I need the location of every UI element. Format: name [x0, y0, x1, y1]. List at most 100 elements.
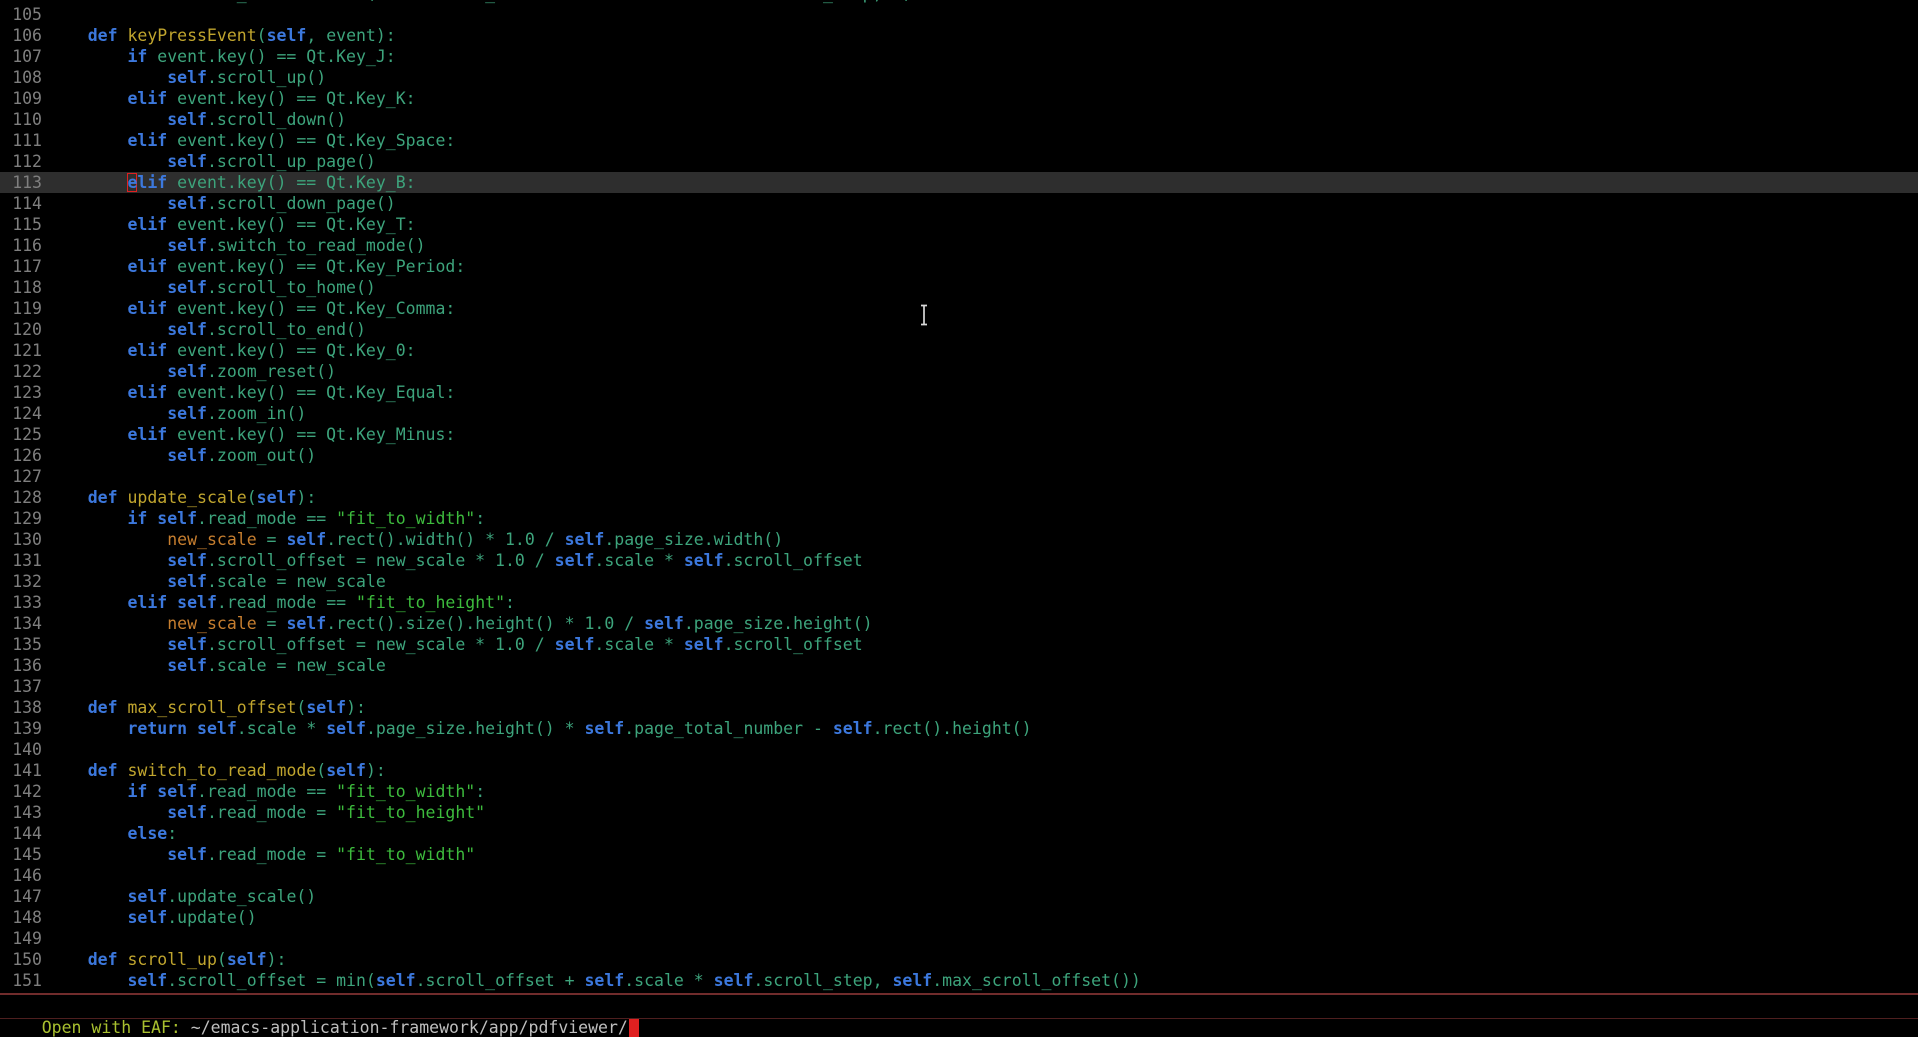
- code-line[interactable]: 140: [0, 739, 1918, 760]
- code-line[interactable]: 132 self.scale = new_scale: [0, 571, 1918, 592]
- code-line[interactable]: 108 self.scroll_up(): [0, 67, 1918, 88]
- line-code: [42, 739, 48, 760]
- line-number: 151: [0, 970, 42, 991]
- code-line[interactable]: 128 def update_scale(self):: [0, 487, 1918, 508]
- line-number: 126: [0, 445, 42, 466]
- line-number: 116: [0, 235, 42, 256]
- line-code: def update_scale(self):: [42, 487, 316, 508]
- code-line[interactable]: 105: [0, 4, 1918, 25]
- code-line[interactable]: 146: [0, 865, 1918, 886]
- line-number: 144: [0, 823, 42, 844]
- line-code: if event.key() == Qt.Key_J:: [42, 46, 396, 67]
- code-line[interactable]: 117 elif event.key() == Qt.Key_Period:: [0, 256, 1918, 277]
- code-line[interactable]: 129 if self.read_mode == "fit_to_width":: [0, 508, 1918, 529]
- echo-area-divider: [0, 1018, 1918, 1019]
- line-number: 133: [0, 592, 42, 613]
- line-code: self.scale = new_scale: [42, 655, 386, 676]
- code-line[interactable]: 142 if self.read_mode == "fit_to_width":: [0, 781, 1918, 802]
- code-line[interactable]: 116 self.switch_to_read_mode(): [0, 235, 1918, 256]
- code-line[interactable]: 110 self.scroll_down(): [0, 109, 1918, 130]
- line-code: new_scale = self.rect().width() * 1.0 / …: [42, 529, 783, 550]
- line-code: self.scroll_down(): [42, 109, 346, 130]
- code-line[interactable]: 123 elif event.key() == Qt.Key_Equal:: [0, 382, 1918, 403]
- code-line[interactable]: 130 new_scale = self.rect().width() * 1.…: [0, 529, 1918, 550]
- line-code: [42, 865, 48, 886]
- code-line[interactable]: 121 elif event.key() == Qt.Key_0:: [0, 340, 1918, 361]
- code-line[interactable]: 133 elif self.read_mode == "fit_to_heigh…: [0, 592, 1918, 613]
- code-line[interactable]: 115 elif event.key() == Qt.Key_T:: [0, 214, 1918, 235]
- line-code: elif event.key() == Qt.Key_B:: [42, 172, 416, 193]
- code-line[interactable]: 112 self.scroll_up_page(): [0, 151, 1918, 172]
- code-line-current[interactable]: 113 elif event.key() == Qt.Key_B:: [0, 172, 1918, 193]
- line-number: 120: [0, 319, 42, 340]
- line-number: 131: [0, 550, 42, 571]
- line-code: self.scroll_offset = max(self.scroll_off…: [42, 0, 912, 4]
- code-line[interactable]: 150 def scroll_up(self):: [0, 949, 1918, 970]
- code-line[interactable]: 118 self.scroll_to_home(): [0, 277, 1918, 298]
- line-code: self.update_scale(): [42, 886, 316, 907]
- line-code: self.scroll_to_end(): [42, 319, 366, 340]
- line-code: new_scale = self.rect().size().height() …: [42, 613, 873, 634]
- code-line[interactable]: 124 self.zoom_in(): [0, 403, 1918, 424]
- code-line[interactable]: 127: [0, 466, 1918, 487]
- line-number: 148: [0, 907, 42, 928]
- minibuffer[interactable]: Open with EAF: ~/emacs-application-frame…: [0, 996, 1918, 1017]
- code-line[interactable]: 151 self.scroll_offset = min(self.scroll…: [0, 970, 1918, 991]
- code-line[interactable]: 135 self.scroll_offset = new_scale * 1.0…: [0, 634, 1918, 655]
- line-number: 122: [0, 361, 42, 382]
- line-code: [42, 466, 48, 487]
- line-number: 132: [0, 571, 42, 592]
- code-line[interactable]: 147 self.update_scale(): [0, 886, 1918, 907]
- code-line[interactable]: 122 self.zoom_reset(): [0, 361, 1918, 382]
- line-code: self.switch_to_read_mode(): [42, 235, 426, 256]
- line-number: 115: [0, 214, 42, 235]
- code-line[interactable]: 106 def keyPressEvent(self, event):: [0, 25, 1918, 46]
- code-line[interactable]: 111 elif event.key() == Qt.Key_Space:: [0, 130, 1918, 151]
- line-code: self.scroll_offset = min(self.scroll_off…: [42, 970, 1141, 991]
- line-code: def switch_to_read_mode(self):: [42, 760, 386, 781]
- line-code: elif event.key() == Qt.Key_Comma:: [42, 298, 455, 319]
- line-code: self.scroll_offset = new_scale * 1.0 / s…: [42, 634, 863, 655]
- line-number: 105: [0, 4, 42, 25]
- code-line[interactable]: 114 self.scroll_down_page(): [0, 193, 1918, 214]
- code-line[interactable]: 134 new_scale = self.rect().size().heigh…: [0, 613, 1918, 634]
- code-line[interactable]: 141 def switch_to_read_mode(self):: [0, 760, 1918, 781]
- line-number: 140: [0, 739, 42, 760]
- code-line[interactable]: 143 self.read_mode = "fit_to_height": [0, 802, 1918, 823]
- code-line[interactable]: 119 elif event.key() == Qt.Key_Comma:: [0, 298, 1918, 319]
- code-line[interactable]: 109 elif event.key() == Qt.Key_K:: [0, 88, 1918, 109]
- code-line[interactable]: 125 elif event.key() == Qt.Key_Minus:: [0, 424, 1918, 445]
- line-number: 139: [0, 718, 42, 739]
- code-line[interactable]: 131 self.scroll_offset = new_scale * 1.0…: [0, 550, 1918, 571]
- line-code: elif event.key() == Qt.Key_Period:: [42, 256, 465, 277]
- line-code: self.read_mode = "fit_to_width": [42, 844, 475, 865]
- code-line[interactable]: 139 return self.scale * self.page_size.h…: [0, 718, 1918, 739]
- code-line[interactable]: 149: [0, 928, 1918, 949]
- code-buffer[interactable]: 104 self.scroll_offset = max(self.scroll…: [0, 0, 1918, 991]
- line-number: 138: [0, 697, 42, 718]
- line-code: if self.read_mode == "fit_to_width":: [42, 781, 485, 802]
- line-number: 134: [0, 613, 42, 634]
- line-number: 146: [0, 865, 42, 886]
- code-line[interactable]: 148 self.update(): [0, 907, 1918, 928]
- line-number: 135: [0, 634, 42, 655]
- code-line[interactable]: 126 self.zoom_out(): [0, 445, 1918, 466]
- line-number: 110: [0, 109, 42, 130]
- line-number: 136: [0, 655, 42, 676]
- code-line[interactable]: 120 self.scroll_to_end(): [0, 319, 1918, 340]
- code-line[interactable]: 145 self.read_mode = "fit_to_width": [0, 844, 1918, 865]
- code-line[interactable]: 107 if event.key() == Qt.Key_J:: [0, 46, 1918, 67]
- line-number: 150: [0, 949, 42, 970]
- line-code: self.zoom_out(): [42, 445, 316, 466]
- line-code: elif event.key() == Qt.Key_Equal:: [42, 382, 455, 403]
- line-number: 125: [0, 424, 42, 445]
- code-line[interactable]: 144 else:: [0, 823, 1918, 844]
- code-line[interactable]: 136 self.scale = new_scale: [0, 655, 1918, 676]
- line-code: self.read_mode = "fit_to_height": [42, 802, 485, 823]
- code-line[interactable]: 138 def max_scroll_offset(self):: [0, 697, 1918, 718]
- line-code: [42, 4, 48, 25]
- line-number: 128: [0, 487, 42, 508]
- code-line[interactable]: 137: [0, 676, 1918, 697]
- line-code: [42, 676, 48, 697]
- line-number: 107: [0, 46, 42, 67]
